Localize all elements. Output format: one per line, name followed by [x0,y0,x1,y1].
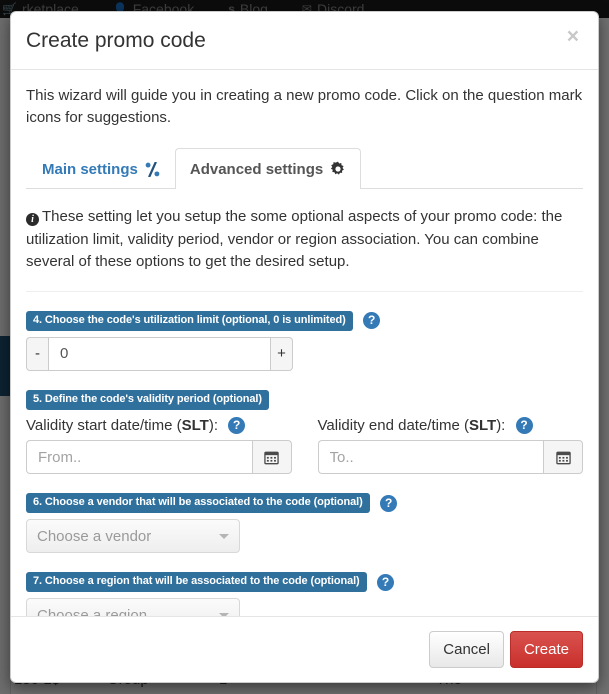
section-region: 7. Choose a region that will be associat… [26,572,583,616]
section-validity-period: 5. Define the code's validity period (op… [26,389,583,475]
section-utilization-header: 4. Choose the code's utilization limit (… [26,310,583,331]
validity-start-label: Validity start date/time (SLT): ? [26,416,292,436]
validity-date-row: Validity start date/time (SLT): ? From..… [26,416,583,475]
validity-end-input[interactable] [317,440,543,475]
help-icon-region[interactable]: ? [377,573,395,591]
tab-advanced-settings-label: Advanced settings [189,160,324,178]
calendar-icon[interactable] [543,440,583,475]
utilization-limit-input[interactable] [48,336,271,371]
gear-icon [330,161,346,177]
region-select-value: Choose a region [37,606,148,616]
page-title: Create promo code [26,29,206,52]
validity-start-label-suffix: ): [208,416,219,434]
validity-end-label-slt: SLT [468,416,497,434]
increment-button[interactable]: + [271,336,293,371]
vendor-select[interactable]: Choose a vendor [26,519,240,554]
validity-start-label-slt: SLT [181,416,209,434]
decrement-button[interactable]: - [26,336,48,371]
step-label-validity: 5. Define the code's validity period (op… [26,389,269,410]
dialog-body: This wizard will guide you in creating a… [11,70,598,616]
validity-end-label: Validity end date/time (SLT): ? [318,416,584,436]
section-vendor-header: 6. Choose a vendor that will be associat… [26,493,583,514]
validity-end-label-suffix: ): [496,416,506,434]
section-validity-header: 5. Define the code's validity period (op… [26,389,583,410]
validity-start-group: Validity start date/time (SLT): ? [26,416,292,475]
info-icon: i [26,213,39,227]
tab-main-settings[interactable]: Main settings [27,148,175,189]
section-utilization-limit: 4. Choose the code's utilization limit (… [26,310,583,371]
step-label-utilization: 4. Choose the code's utilization limit (… [26,310,353,331]
create-promo-code-dialog: Create promo code × This wizard will gui… [10,11,599,683]
tab-advanced-settings[interactable]: Advanced settings [174,147,362,190]
validity-end-group: Validity end date/time (SLT): ? [317,416,584,475]
section-region-header: 7. Choose a region that will be associat… [26,572,583,593]
tab-main-settings-label: Main settings [42,160,138,178]
validity-start-label-prefix: Validity start date/time ( [26,416,182,434]
help-icon-vendor[interactable]: ? [380,494,398,512]
vendor-select-value: Choose a vendor [37,527,152,545]
dialog-footer: Cancel Create [11,615,598,682]
section-vendor: 6. Choose a vendor that will be associat… [26,493,583,554]
close-icon[interactable]: × [562,22,584,51]
step-label-vendor: 6. Choose a vendor that will be associat… [26,493,370,514]
cancel-button[interactable]: Cancel [429,630,504,668]
utilization-limit-stepper: - + [26,336,293,371]
info-alert-text: These setting let you setup the some opt… [26,208,563,271]
help-icon-utilization[interactable]: ? [363,312,381,330]
help-icon-validity-start[interactable]: ? [228,417,246,435]
chevron-down-icon [219,533,229,539]
validity-start-input[interactable] [26,440,252,475]
region-select[interactable]: Choose a region [26,598,240,616]
percent-icon [145,161,160,177]
section-divider [26,290,583,292]
create-button[interactable]: Create [509,630,583,668]
intro-text: This wizard will guide you in creating a… [26,86,583,127]
validity-start-input-group [26,440,292,475]
calendar-icon[interactable] [251,440,292,475]
validity-end-input-group [317,440,583,475]
step-label-region: 7. Choose a region that will be associat… [26,572,367,593]
dialog-header: Create promo code × [11,12,598,70]
info-alert: i These setting let you setup the some op… [26,206,583,274]
settings-tabs: Main settings Advanced settings [26,147,583,190]
help-icon-validity-end[interactable]: ? [515,417,533,435]
validity-end-label-prefix: Validity end date/time ( [317,416,469,434]
